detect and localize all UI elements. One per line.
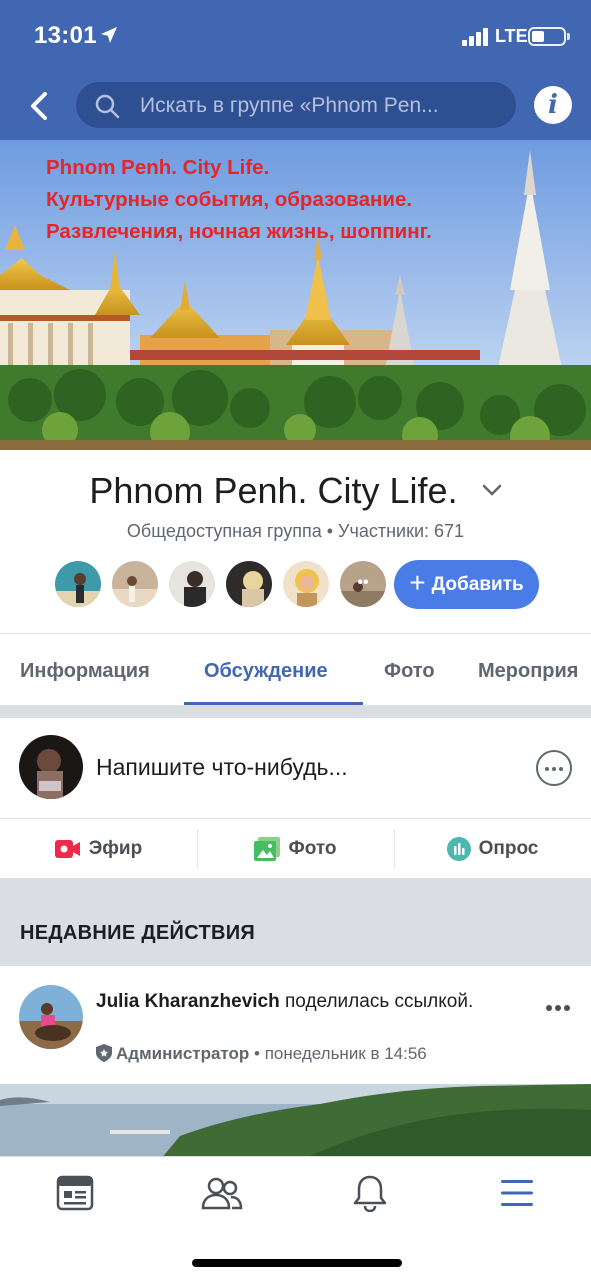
- admin-badge-icon: [96, 1044, 112, 1062]
- menu-icon: [501, 1180, 533, 1206]
- post-role: Администратор: [116, 1044, 250, 1063]
- more-members-dots: ••: [357, 574, 369, 591]
- group-cover-photo[interactable]: Phnom Penh. City Life. Культурные событи…: [0, 140, 591, 450]
- composer-actions: Эфир Фото Опрос: [0, 818, 591, 878]
- post-action: поделилась ссылкой.: [279, 991, 474, 1012]
- poll-label: Опрос: [478, 838, 539, 859]
- info-icon: i: [548, 90, 558, 120]
- add-members-button[interactable]: + Добавить: [394, 560, 539, 609]
- member-avatar[interactable]: [53, 559, 103, 609]
- network-type: LTE: [495, 26, 528, 46]
- live-video-icon: [54, 840, 80, 858]
- cover-caption: Phnom Penh. City Life. Культурные событи…: [46, 152, 432, 248]
- member-avatar[interactable]: [110, 559, 160, 609]
- author-avatar[interactable]: [19, 985, 83, 1049]
- post-headline: Julia Kharanzhevich поделилась ссылкой.: [96, 988, 496, 1015]
- recent-activity-header: НЕДАВНИЕ ДЕЙСТВИЯ: [0, 878, 591, 966]
- coast-photo: [0, 1084, 591, 1160]
- battery-icon: [528, 27, 570, 46]
- back-button[interactable]: [22, 86, 56, 126]
- top-bar: 13:01 LTE Искать в группе «Phnom Pen... …: [0, 0, 591, 140]
- search-icon: [95, 94, 120, 119]
- group-search-field[interactable]: Искать в группе «Phnom Pen...: [76, 82, 516, 128]
- chevron-left-icon: [31, 92, 47, 120]
- live-button[interactable]: Эфир: [0, 819, 197, 879]
- member-avatar[interactable]: [281, 559, 331, 609]
- post-link-image[interactable]: [0, 1084, 591, 1160]
- poll-button[interactable]: Опрос: [394, 819, 591, 879]
- poll-icon: [446, 837, 471, 861]
- photo-label: Фото: [288, 838, 337, 859]
- recent-activity-label: НЕДАВНИЕ ДЕЙСТВИЯ: [20, 922, 256, 944]
- tab-info[interactable]: Информация: [20, 660, 150, 683]
- chevron-down-icon: [482, 485, 501, 497]
- nav-notifications[interactable]: [345, 1171, 395, 1215]
- cover-line-2: Культурные события, образование.: [46, 188, 413, 211]
- photo-button[interactable]: Фото: [197, 819, 394, 879]
- cover-line-3: Развлечения, ночная жизнь, шоппинг.: [46, 220, 432, 243]
- tab-events[interactable]: Мероприя: [478, 660, 578, 683]
- group-name: Phnom Penh. City Life.: [89, 470, 458, 511]
- plus-icon: +: [409, 567, 426, 598]
- post-options-button[interactable]: [546, 998, 573, 1016]
- composer-prompt[interactable]: Напишите что-нибудь...: [96, 754, 348, 781]
- nav-groups[interactable]: [197, 1171, 247, 1215]
- search-placeholder: Искать в группе «Phnom Pen...: [140, 94, 439, 117]
- cellular-signal-icon: [462, 28, 488, 46]
- location-arrow-icon: [101, 27, 117, 43]
- post-author[interactable]: Julia Kharanzhevich: [96, 991, 280, 1012]
- member-avatar[interactable]: [224, 559, 274, 609]
- status-bar: 13:01 LTE: [0, 0, 591, 72]
- nav-news-feed[interactable]: [50, 1171, 100, 1215]
- nav-menu[interactable]: [492, 1171, 542, 1215]
- section-gap: [0, 706, 591, 718]
- user-avatar: [19, 735, 83, 799]
- active-tab-indicator: [184, 702, 363, 705]
- info-button[interactable]: i: [534, 86, 572, 124]
- post-composer[interactable]: Напишите что-нибудь...: [0, 718, 591, 818]
- member-avatar-more[interactable]: ••: [338, 559, 388, 609]
- groups-icon: [201, 1177, 243, 1210]
- group-meta: Общедоступная группа • Участники: 671: [126, 521, 465, 541]
- photo-icon: [254, 837, 281, 861]
- cover-line-1: Phnom Penh. City Life.: [46, 156, 270, 179]
- home-indicator: [192, 1259, 402, 1267]
- add-members-label: Добавить: [431, 573, 524, 595]
- tab-discussion[interactable]: Обсуждение: [204, 660, 328, 683]
- live-label: Эфир: [88, 838, 143, 859]
- notifications-bell-icon: [353, 1175, 387, 1212]
- news-feed-icon: [56, 1175, 94, 1211]
- feed-post[interactable]: Julia Kharanzhevich поделилась ссылкой. …: [0, 966, 591, 1084]
- member-avatar[interactable]: [167, 559, 217, 609]
- post-meta: Администратор • понедельник в 14:56: [96, 1044, 427, 1064]
- post-time[interactable]: • понедельник в 14:56: [249, 1044, 427, 1063]
- group-tabs: Информация Обсуждение Фото Мероприя: [0, 634, 591, 706]
- status-time: 13:01: [34, 22, 97, 49]
- tab-photos[interactable]: Фото: [384, 660, 435, 683]
- composer-more-button[interactable]: [536, 750, 572, 786]
- group-name-button[interactable]: Phnom Penh. City Life.: [0, 470, 591, 512]
